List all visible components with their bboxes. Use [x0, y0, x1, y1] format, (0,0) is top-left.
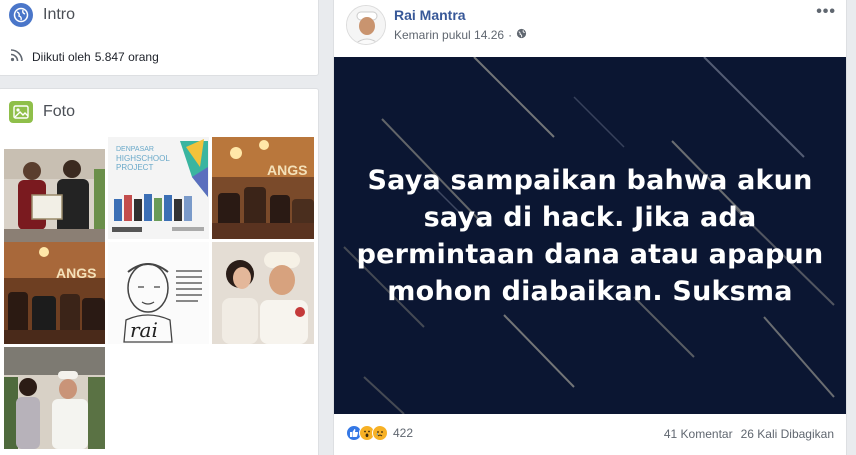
shares-count-link[interactable]: 26 Kali Dibagikan — [741, 427, 834, 441]
photos-card: Foto DENPASAR HIGHSCHOOL PROJECT ANGS AN… — [0, 88, 319, 455]
post-image-banner[interactable]: Saya sampaikan bahwa akun saya di hack. … — [334, 57, 846, 414]
photos-header: Foto — [9, 101, 75, 123]
followed-label: Diikuti oleh — [32, 49, 91, 64]
post-author[interactable]: Rai Mantra — [394, 7, 466, 23]
photo-thumbnail-couple[interactable] — [212, 242, 314, 344]
intro-title: Intro — [43, 6, 76, 23]
photo-thumbnail-stage-2[interactable]: ANGS — [4, 242, 105, 344]
photo-thumbnail-sketch[interactable]: rai — [108, 242, 209, 344]
public-globe-icon — [516, 28, 527, 42]
more-options-button[interactable]: ••• — [816, 3, 836, 21]
message-line-1: Saya sampaikan bahwa akun — [367, 165, 813, 196]
photo-thumbnail-award[interactable] — [4, 149, 105, 251]
photo-thumbnail-poster[interactable]: DENPASAR HIGHSCHOOL PROJECT — [108, 137, 209, 239]
post-meta: Kemarin pukul 14.26 · — [394, 28, 527, 42]
meta-separator: · — [508, 28, 513, 42]
post-stats: 41 Komentar 26 Kali Dibagikan — [664, 427, 834, 441]
poster-line1: HIGHSCHOOL — [116, 154, 170, 163]
intro-header: Intro — [9, 3, 75, 27]
photo-thumbnail-stage[interactable]: ANGS — [212, 137, 314, 239]
followed-count[interactable]: 5.847 orang — [95, 50, 159, 64]
message-line-2: saya di hack. Jika ada — [423, 202, 757, 233]
message-line-4: mohon diabaikan. Suksma — [387, 276, 793, 307]
message-line-3: permintaan dana atau apapun — [356, 239, 824, 270]
globe-icon — [9, 3, 33, 27]
poster-line2: PROJECT — [116, 163, 153, 172]
intro-card: Intro Diikuti oleh 5.847 orang — [0, 0, 319, 76]
author-avatar[interactable] — [346, 5, 386, 45]
rss-icon — [10, 48, 24, 65]
comments-count-link[interactable]: 41 Komentar — [664, 427, 733, 441]
svg-text:ANGS: ANGS — [267, 162, 307, 178]
svg-text:rai: rai — [130, 318, 158, 342]
post-card: Rai Mantra Kemarin pukul 14.26 · ••• Say… — [333, 0, 847, 455]
post-timestamp[interactable]: Kemarin pukul 14.26 — [394, 28, 504, 42]
reactions-summary[interactable]: 422 — [346, 425, 413, 441]
followers-info: Diikuti oleh 5.847 orang — [10, 48, 159, 65]
poster-heading: DENPASAR — [116, 146, 154, 153]
sad-reaction-icon — [372, 425, 388, 441]
photo-icon — [9, 101, 33, 123]
reaction-count: 422 — [393, 426, 414, 440]
post-message: Saya sampaikan bahwa akun saya di hack. … — [334, 162, 846, 310]
photo-thumbnail-ceremony[interactable] — [4, 347, 105, 449]
svg-text:ANGS: ANGS — [56, 265, 96, 281]
photos-title: Foto — [43, 103, 76, 120]
